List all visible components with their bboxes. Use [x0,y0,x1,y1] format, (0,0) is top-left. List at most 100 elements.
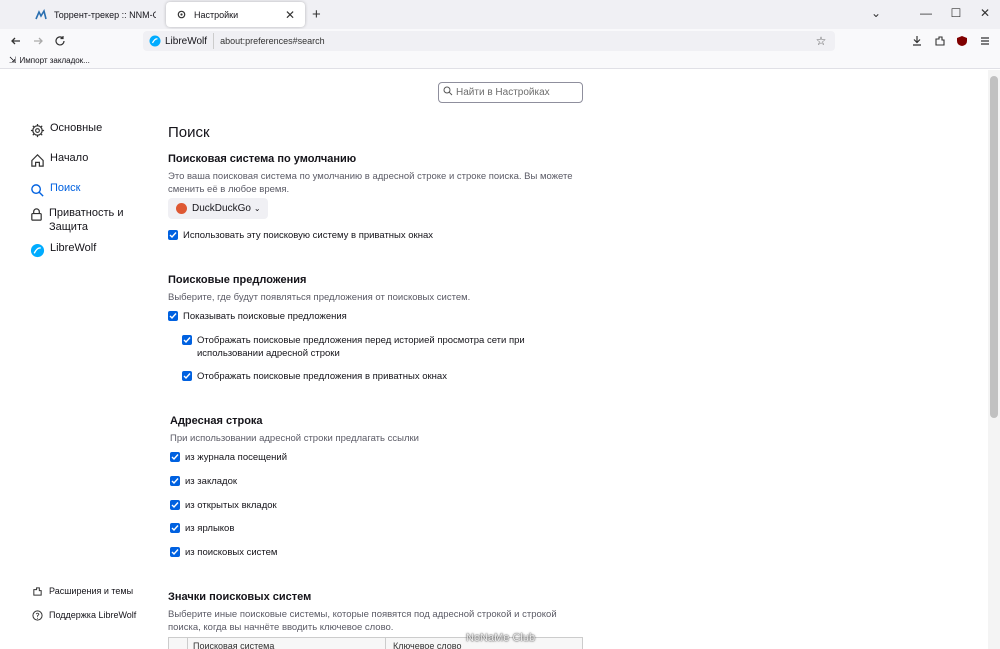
support-label: Поддержка LibreWolf [49,610,137,620]
category-general[interactable]: Основные [29,122,102,138]
search-icon [443,86,453,99]
search-settings-placeholder: Найти в Настройках [456,87,550,98]
gear-icon [174,8,188,22]
address-engines-checkbox[interactable]: из поисковых систем [170,546,277,559]
watermark: NoNaMe Club [466,632,536,644]
column-divider [385,638,386,649]
support-link[interactable]: Поддержка LibreWolf [31,609,136,621]
preferences-page: Найти в Настройках Основные Начало Поиск… [0,70,988,649]
gear-icon [29,122,45,138]
bookmark-star-icon[interactable]: ☆ [813,34,829,48]
tab-title: Торрент-трекер :: NNM-Club [54,9,156,20]
address-open-tabs-checkbox[interactable]: из открытых вкладок [170,499,277,512]
shortcuts-description: Выберите иные поисковые системы, которые… [168,609,557,633]
puzzle-icon [31,585,43,597]
checkbox-label: Использовать эту поисковую систему в при… [183,230,433,241]
minimize-icon[interactable]: — [918,6,934,20]
address-history-checkbox[interactable]: из журнала посещений [170,451,287,464]
checkbox-checked [170,452,180,462]
url-bar[interactable]: LibreWolf about:preferences#search ☆ [143,31,835,51]
checkbox-checked [170,476,180,486]
scrollbar-thumb[interactable] [990,76,998,418]
column-engine[interactable]: Поисковая система [193,641,274,649]
default-engine-value: DuckDuckGo [192,203,251,214]
close-icon[interactable]: ✕ [283,8,297,22]
checkbox-checked [168,311,178,321]
default-engine-heading: Поисковая система по умолчанию [168,153,357,165]
tab-nnm-club[interactable]: Торрент-трекер :: NNM-Club [26,2,164,27]
help-icon [31,609,43,621]
checkbox-checked [170,523,180,533]
close-window-icon[interactable]: ✕ [977,6,993,20]
category-label: Поиск [50,182,81,194]
nnm-club-icon [34,8,48,22]
librewolf-icon [29,242,45,258]
identity-box[interactable]: LibreWolf [143,33,215,49]
category-privacy[interactable]: Приватность и Защита [29,206,139,234]
identity-label: LibreWolf [165,35,208,47]
import-bookmarks-link[interactable]: Импорт закладок... [20,56,90,65]
duckduckgo-icon [176,203,187,214]
private-engine-checkbox[interactable]: Использовать эту поисковую систему в при… [168,229,433,242]
category-label: Приватность и Защита [49,207,124,233]
maximize-icon[interactable]: ☐ [948,6,964,20]
default-engine-description: Это ваша поисковая система по умолчанию … [168,171,573,195]
tab-settings[interactable]: Настройки ✕ [166,2,305,27]
checkbox-label: из поисковых систем [185,547,278,558]
menu-icon[interactable] [977,33,993,49]
address-shortcuts-checkbox[interactable]: из ярлыков [170,522,234,535]
checkbox-label: Отображать поисковые предложения перед и… [197,335,525,359]
downloads-icon[interactable] [909,33,925,49]
new-tab-button[interactable]: + [312,6,321,23]
category-label: Основные [50,122,103,134]
bookmarks-toolbar: ⇲ Импорт закладок... [0,53,1000,69]
checkbox-checked [170,500,180,510]
lock-icon [29,206,44,222]
import-icon: ⇲ [9,55,17,65]
page-title: Поиск [168,124,210,141]
scrollbar[interactable] [988,70,1000,649]
checkbox-checked [182,335,192,345]
category-label: Начало [50,152,89,164]
checkbox-label: из ярлыков [185,523,235,534]
checkbox-checked [182,371,192,381]
ublock-icon[interactable] [954,33,970,49]
list-all-tabs-icon[interactable]: ⌄ [868,6,884,20]
address-bar-description: При использовании адресной строки предла… [170,433,419,444]
column-divider [187,638,188,649]
shortcuts-heading: Значки поисковых систем [168,591,312,603]
private-suggestions-checkbox[interactable]: Отображать поисковые предложения в прива… [182,370,447,383]
tab-title: Настройки [194,9,239,20]
url-text[interactable]: about:preferences#search [220,36,813,46]
librewolf-icon [149,35,161,47]
nav-bar: LibreWolf about:preferences#search ☆ [0,29,1000,53]
suggestions-heading: Поисковые предложения [168,274,307,286]
column-keyword[interactable]: Ключевое слово [393,641,461,649]
checkbox-checked [168,230,178,240]
checkbox-label: Отображать поисковые предложения в прива… [197,371,447,382]
search-icon [29,182,45,198]
category-home[interactable]: Начало [29,152,88,168]
addons-label: Расширения и темы [49,586,134,596]
reload-icon[interactable] [52,33,68,49]
extensions-icon[interactable] [932,33,948,49]
back-icon[interactable] [8,33,24,49]
addons-link[interactable]: Расширения и темы [31,585,133,597]
checkbox-label: из открытых вкладок [185,500,277,511]
chevron-down-icon: ⌄ [253,204,261,213]
checkbox-label: из журнала посещений [185,452,287,463]
suggestions-before-history-checkbox[interactable]: Отображать поисковые предложения перед и… [182,334,542,360]
forward-icon[interactable] [30,33,46,49]
checkbox-label: из закладок [185,476,238,487]
tab-strip: Торрент-трекер :: NNM-Club Настройки ✕ +… [0,0,1000,29]
category-search[interactable]: Поиск [29,182,80,198]
category-label: LibreWolf [50,242,97,254]
address-bookmarks-checkbox[interactable]: из закладок [170,475,237,488]
search-settings-input[interactable]: Найти в Настройках [438,82,583,103]
category-librewolf[interactable]: LibreWolf [29,242,96,258]
default-engine-select[interactable]: DuckDuckGo ⌄ [168,198,268,219]
suggestions-description: Выберите, где будут появляться предложен… [168,292,471,303]
address-bar-heading: Адресная строка [170,415,263,427]
show-suggestions-checkbox[interactable]: Показывать поисковые предложения [168,310,347,323]
checkbox-checked [170,547,180,557]
